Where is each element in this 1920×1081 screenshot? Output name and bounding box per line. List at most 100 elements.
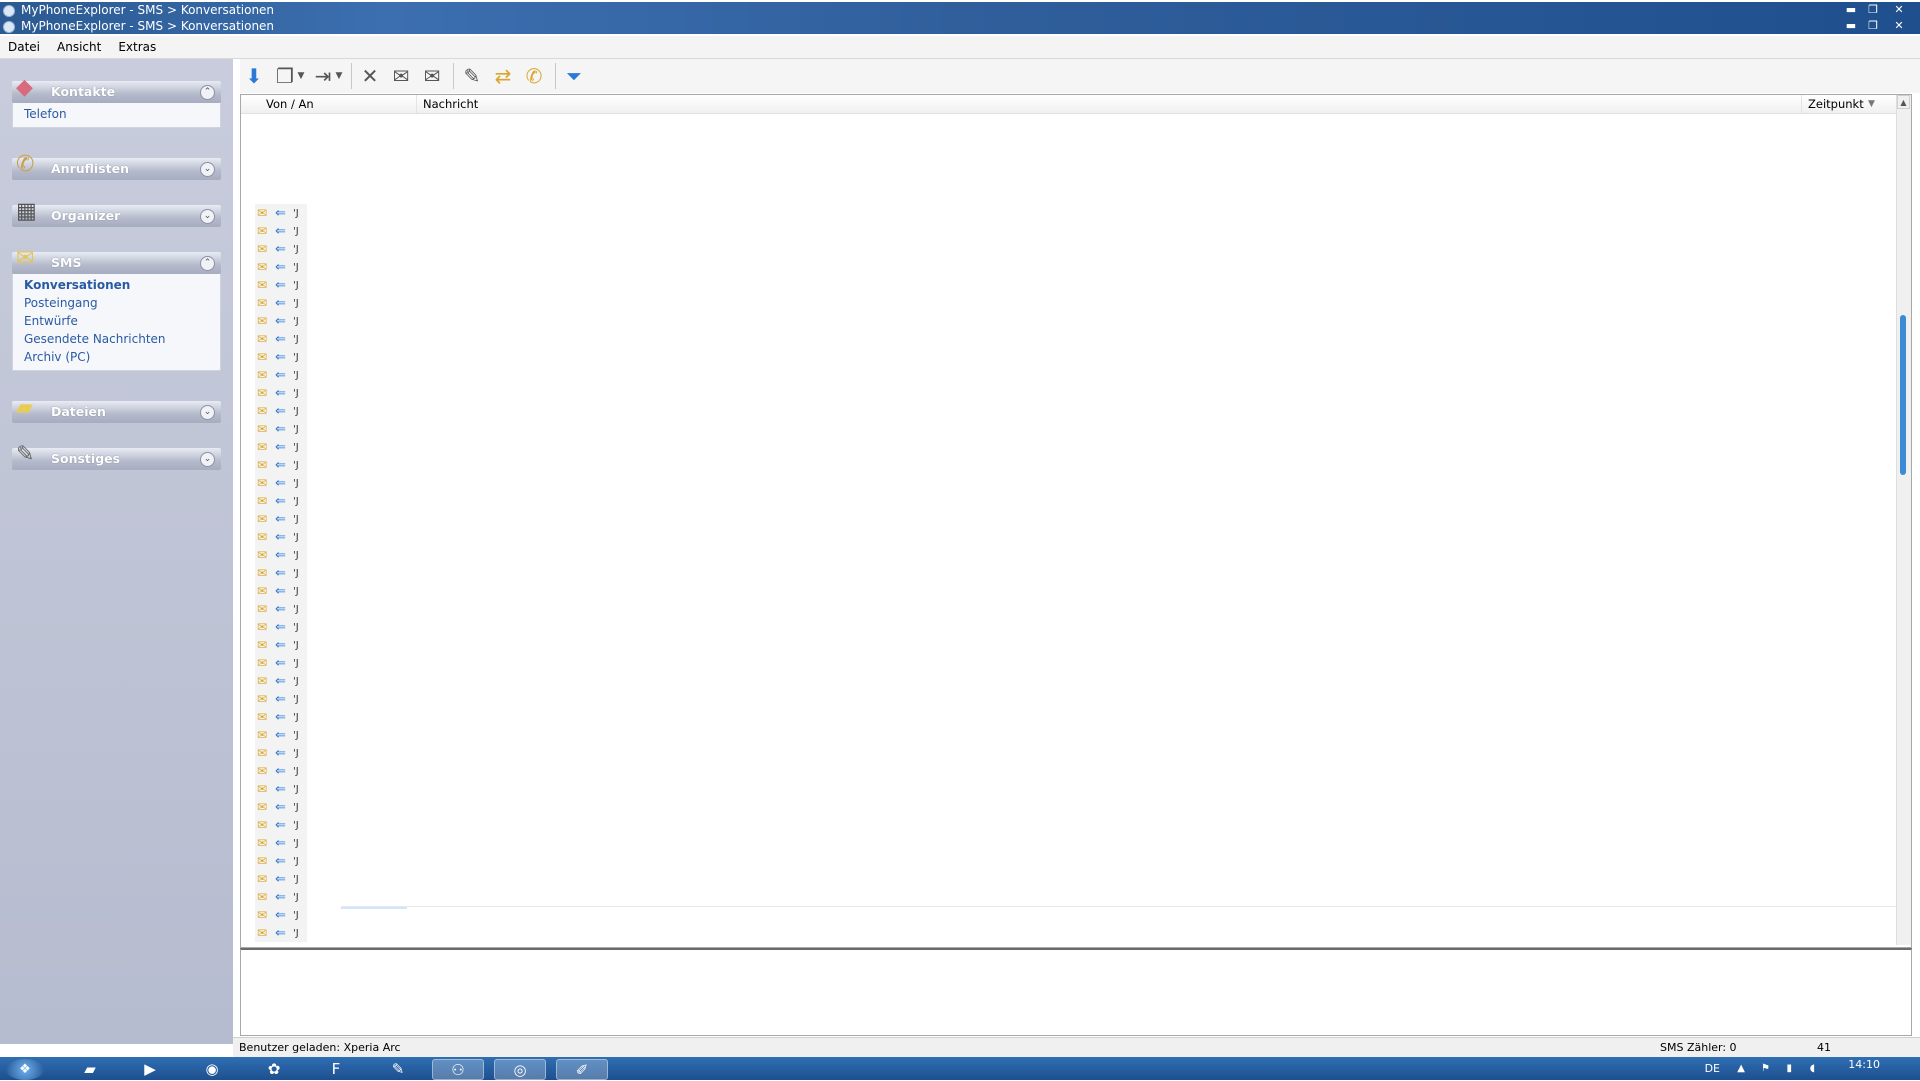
list-item[interactable]: ✉ ⇐ 'J — [255, 582, 307, 600]
sidebar-item-telefon[interactable]: Telefon — [13, 105, 220, 123]
network-app-icon[interactable]: ⚇ — [432, 1059, 484, 1080]
list-item[interactable]: ✉ ⇐ 'J — [255, 924, 307, 942]
list-item[interactable]: ✉ ⇐ 'J — [255, 294, 307, 312]
chevron-down-icon[interactable]: ⌄ — [200, 209, 215, 224]
sidebar-item-entwuerfe[interactable]: Entwürfe — [13, 312, 220, 330]
scroll-up-icon[interactable]: ▲ — [1897, 95, 1910, 109]
minimize-button[interactable]: ▬ — [1842, 3, 1860, 16]
list-item[interactable]: ✉ ⇐ 'J — [255, 510, 307, 528]
icq-icon[interactable]: ✿ — [248, 1059, 300, 1080]
list-item[interactable]: ✉ ⇐ 'J — [255, 618, 307, 636]
vertical-scrollbar[interactable]: ▲ — [1896, 95, 1911, 945]
list-item[interactable]: ✉ ⇐ 'J — [255, 528, 307, 546]
restore-button[interactable]: ❐ — [1864, 3, 1882, 16]
network-icon[interactable]: ▮ — [1786, 1057, 1792, 1080]
minimize-button[interactable]: ▬ — [1842, 19, 1860, 32]
column-message[interactable]: Nachricht — [416, 95, 478, 113]
list-item[interactable]: ✉ ⇐ 'J — [255, 204, 307, 222]
close-button[interactable]: ✕ — [1886, 19, 1912, 32]
list-item[interactable]: ✉ ⇐ 'J — [255, 726, 307, 744]
copy-icon[interactable]: ❐ — [271, 62, 299, 90]
list-item[interactable]: ✉ ⇐ 'J — [255, 456, 307, 474]
sidebar-item-konversationen[interactable]: Konversationen — [13, 276, 220, 294]
edit-icon[interactable]: ✎ — [458, 62, 486, 90]
list-item[interactable]: ✉ ⇐ 'J — [255, 276, 307, 294]
chevron-down-icon[interactable]: ▼ — [296, 62, 306, 90]
explorer-icon[interactable]: ▰ — [64, 1059, 116, 1080]
volume-icon[interactable]: ◖ — [1810, 1057, 1815, 1080]
download-icon[interactable]: ⬇ — [240, 62, 268, 90]
tools-icon[interactable]: ✎ — [372, 1059, 424, 1080]
title-bar-secondary[interactable]: MyPhoneExplorer - SMS > Konversationen ▬… — [0, 18, 1920, 34]
scrollbar-thumb[interactable] — [1900, 315, 1906, 475]
sync-icon[interactable]: ⇄ — [489, 62, 517, 90]
list-item[interactable]: ✉ ⇐ 'J — [255, 366, 307, 384]
list-item[interactable]: ✉ ⇐ 'J — [255, 654, 307, 672]
filter-icon[interactable]: ⏷ — [560, 62, 588, 90]
menu-ansicht[interactable]: Ansicht — [49, 36, 110, 58]
chevron-up-icon[interactable]: ⌃ — [200, 85, 215, 100]
list-item[interactable]: ✉ ⇐ 'J — [255, 708, 307, 726]
list-item[interactable]: ✉ ⇐ 'J — [255, 564, 307, 582]
group-header-dateien[interactable]: ▰ Dateien ⌄ — [12, 395, 221, 423]
chevron-down-icon[interactable]: ⌄ — [200, 452, 215, 467]
menu-extras[interactable]: Extras — [110, 36, 165, 58]
delete-icon[interactable]: ✕ — [356, 62, 384, 90]
list-item[interactable]: ✉ ⇐ 'J — [255, 474, 307, 492]
list-item[interactable]: ✉ ⇐ 'J — [255, 384, 307, 402]
list-item[interactable]: ✉ ⇐ 'J — [255, 222, 307, 240]
chat-icon[interactable]: ✆ — [520, 62, 548, 90]
list-item[interactable]: ✉ ⇐ 'J — [255, 312, 307, 330]
flag-icon[interactable]: ⚑ — [1761, 1057, 1770, 1080]
chevron-down-icon[interactable]: ⌄ — [200, 405, 215, 420]
column-time[interactable]: Zeitpunkt — [1801, 95, 1864, 113]
menu-datei[interactable]: Datei — [0, 36, 49, 58]
list-item[interactable]: ✉ ⇐ 'J — [255, 240, 307, 258]
list-item[interactable]: ✉ ⇐ 'J — [255, 672, 307, 690]
list-item[interactable]: ✉ ⇐ 'J — [255, 834, 307, 852]
list-item[interactable]: ✉ ⇐ 'J — [255, 780, 307, 798]
title-bar[interactable]: MyPhoneExplorer - SMS > Konversationen ▬… — [0, 2, 1920, 18]
list-item[interactable]: ✉ ⇐ 'J — [255, 438, 307, 456]
sidebar-item-posteingang[interactable]: Posteingang — [13, 294, 220, 312]
forward-icon[interactable]: ✉ — [418, 62, 446, 90]
flash-icon[interactable]: F — [310, 1059, 362, 1080]
list-item[interactable]: ✉ ⇐ 'J — [255, 636, 307, 654]
chevron-down-icon[interactable]: ▼ — [334, 62, 344, 90]
group-header-anruflisten[interactable]: ✆ Anruflisten ⌄ — [12, 152, 221, 180]
group-header-organizer[interactable]: ▦ Organizer ⌄ — [12, 199, 221, 227]
group-header-kontakte[interactable]: ◆ Kontakte ⌃ — [12, 75, 221, 103]
column-from-to[interactable]: Von / An — [266, 95, 314, 113]
list-item[interactable]: ✉ ⇐ 'J — [255, 816, 307, 834]
chevron-up-icon[interactable]: ⌃ — [200, 256, 215, 271]
list-item[interactable]: ✉ ⇐ 'J — [255, 348, 307, 366]
chevron-up-icon[interactable]: ▲ — [1737, 1057, 1745, 1080]
firefox-icon[interactable]: ◉ — [186, 1059, 238, 1080]
clock[interactable]: 14:10 — [1848, 1053, 1880, 1076]
sidebar-item-gesendete[interactable]: Gesendete Nachrichten — [13, 330, 220, 348]
sidebar-item-archiv[interactable]: Archiv (PC) — [13, 348, 220, 366]
list-item[interactable]: ✉ ⇐ 'J — [255, 888, 307, 906]
list-item[interactable]: ✉ ⇐ 'J — [255, 258, 307, 276]
list-item[interactable]: ✉ ⇐ 'J — [255, 420, 307, 438]
chevron-down-icon[interactable]: ⌄ — [200, 162, 215, 177]
list-item[interactable]: ✉ ⇐ 'J — [255, 690, 307, 708]
list-item[interactable]: ✉ ⇐ 'J — [255, 330, 307, 348]
myphoneexplorer-icon[interactable]: ◎ — [494, 1059, 546, 1080]
list-item[interactable]: ✉ ⇐ 'J — [255, 492, 307, 510]
list-item[interactable]: ✉ ⇐ 'J — [255, 744, 307, 762]
restore-button[interactable]: ❐ — [1864, 19, 1882, 32]
list-item[interactable]: ✉ ⇐ 'J — [255, 402, 307, 420]
start-button[interactable]: ❖ — [6, 1059, 44, 1080]
list-item[interactable]: ✉ ⇐ 'J — [255, 600, 307, 618]
list-item[interactable]: ✉ ⇐ 'J — [255, 852, 307, 870]
move-icon[interactable]: ⇥ — [309, 62, 337, 90]
media-player-icon[interactable]: ▶ — [124, 1059, 176, 1080]
list-item[interactable]: ✉ ⇐ 'J — [255, 798, 307, 816]
list-item[interactable]: ✉ ⇐ 'J — [255, 762, 307, 780]
language-indicator[interactable]: DE — [1705, 1057, 1720, 1080]
list-item[interactable]: ✉ ⇐ 'J — [255, 546, 307, 564]
reply-icon[interactable]: ✉ — [387, 62, 415, 90]
list-item[interactable]: ✉ ⇐ 'J — [255, 870, 307, 888]
close-button[interactable]: ✕ — [1886, 3, 1912, 16]
